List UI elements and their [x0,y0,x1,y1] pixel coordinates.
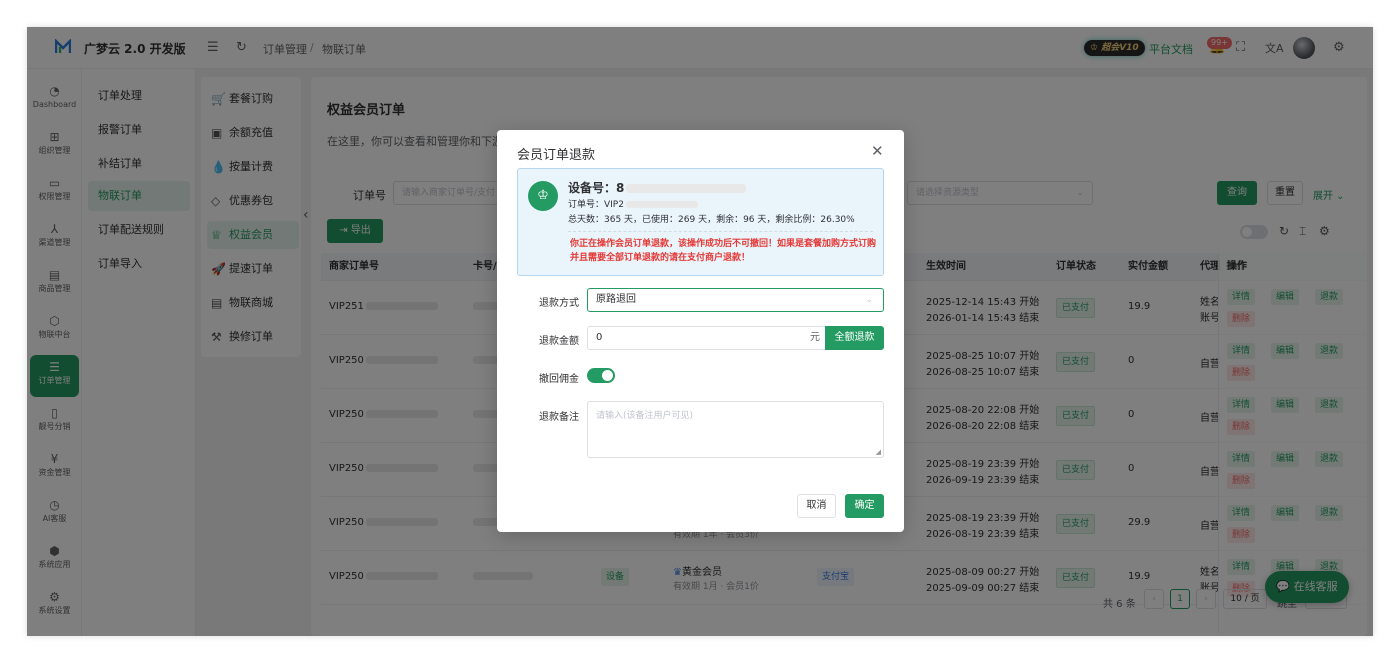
full-refund-button[interactable]: 全额退款 [825,326,884,350]
refund-modal: 会员订单退款 ✕ ♔ 设备号：8 订单号：VIP2 总天数：365 天，已使用：… [497,130,904,532]
redacted-text [625,201,698,208]
refund-amount-input[interactable]: 0元 [587,326,826,350]
refund-amount-label: 退款金额 [539,336,579,347]
usage-stats: 总天数：365 天，已使用：269 天，剩余：96 天，剩余比例：26.30% [568,215,855,225]
order-number: 订单号：VIP2 [568,197,698,210]
refund-method-value: 原路退回 [596,294,636,305]
order-info-panel: ♔ 设备号：8 订单号：VIP2 总天数：365 天，已使用：269 天，剩余：… [517,168,884,276]
refund-method-select[interactable]: 原路退回 ⌄ [587,288,884,312]
refund-remark-textarea[interactable]: 请输入(该备注用户可见) ◢ [587,401,884,458]
cancel-button[interactable]: 取消 [797,494,836,518]
refund-method-label: 退款方式 [539,298,579,309]
device-number-text: 设备号：8 [568,181,625,195]
remark-placeholder: 请输入(该备注用户可见) [596,411,694,421]
close-icon[interactable]: ✕ [871,142,884,160]
revoke-commission-switch[interactable] [587,368,615,383]
order-number-text: 订单号：VIP2 [568,200,624,210]
amount-unit: 元 [810,332,820,343]
info-divider [568,231,873,232]
device-number: 设备号：8 [568,179,747,196]
chevron-down-icon: ⌄ [865,295,873,305]
refund-warning: 你正在操作会员订单退款，该操作成功后不可撤回！如果是套餐加购方式订购并且需要全部… [570,239,877,263]
confirm-button[interactable]: 确定 [845,494,884,518]
refund-amount-value: 0 [596,332,603,343]
refund-remark-label: 退款备注 [539,412,579,423]
revoke-commission-label: 撤回佣金 [539,374,579,385]
modal-title: 会员订单退款 [517,148,596,163]
resize-handle-icon[interactable]: ◢ [876,448,881,456]
member-crown-icon: ♔ [528,181,558,211]
redacted-text [626,184,747,193]
